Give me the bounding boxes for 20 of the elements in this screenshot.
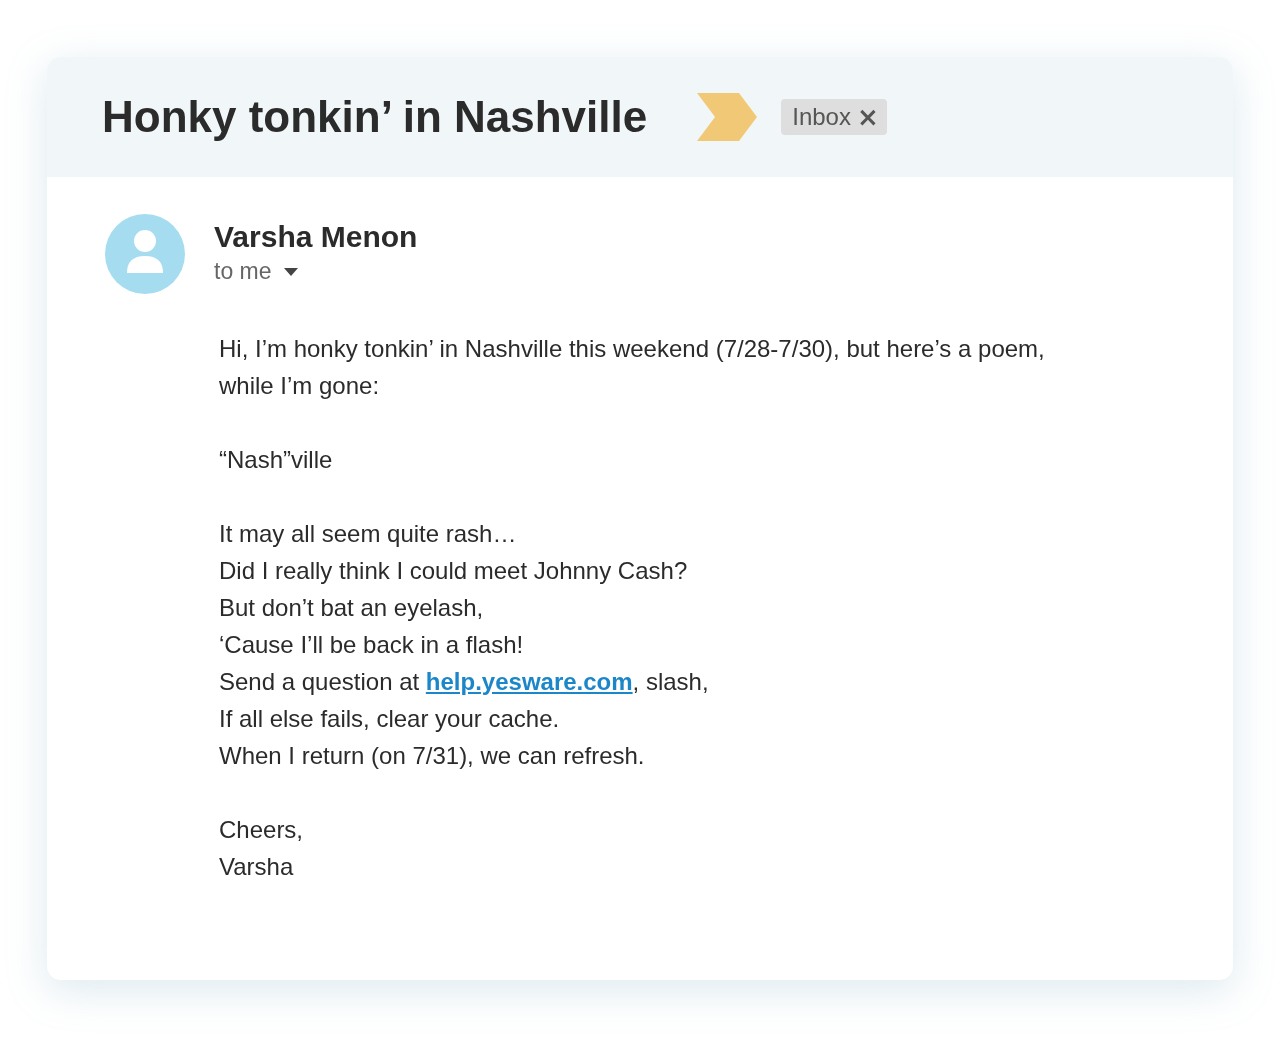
message-text: Cheers, [219,815,305,845]
message-text: ‘Cause I’ll be back in a flash! [219,630,525,660]
message-text: Did I really think I could meet Johnny Cash? [219,556,689,586]
message-text: Varsha [219,852,295,882]
message-text: Send a question at help.yesware.com, slash, [219,667,710,697]
message-text: Hi, I’m honky tonkin’ in Nashville this weekend (7/28-7/30), but here’s a poem, while I’m gone: [219,334,1046,401]
recipient-dropdown[interactable]: to me [214,258,298,285]
label-text: Inbox [792,103,851,131]
remove-label-button[interactable]: × [850,104,879,130]
message-text: When I return (on 7/31), we can refresh. [219,741,646,771]
importance-marker-icon[interactable] [697,93,760,141]
avatar-icon [105,214,185,294]
caret-icon [283,267,298,276]
message-text: It may all seem quite rash… [219,519,518,549]
message-text: But don’t bat an eyelash, [219,593,485,623]
help-link[interactable]: help.yesware.com [425,668,633,695]
message-text: “Nash”ville [219,445,334,475]
message-text: If all else fails, clear your cache. [219,704,561,734]
email-subject: Honky tonkin’ in Nashville [102,92,648,142]
sender-name: Varsha Menon [214,220,418,254]
